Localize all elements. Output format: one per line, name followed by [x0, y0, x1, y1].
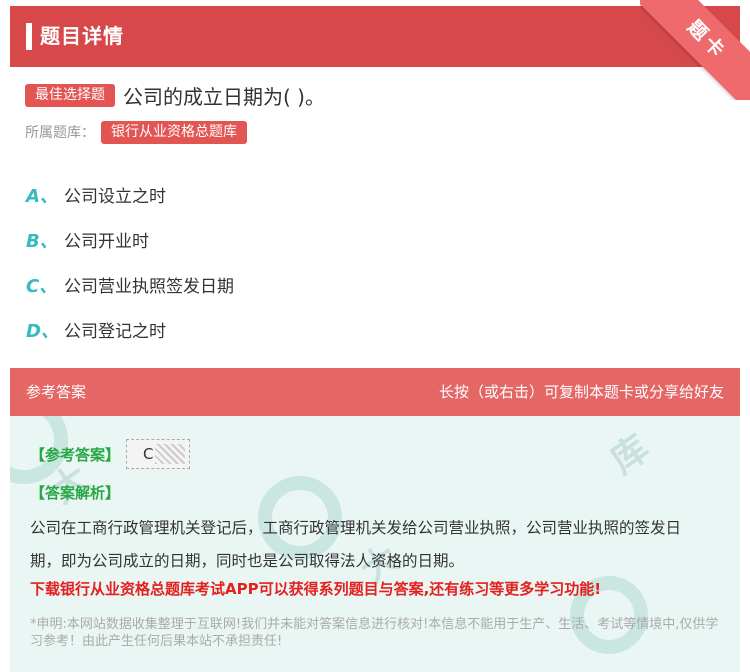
- option-letter: B、: [26, 230, 58, 252]
- analysis-text: 公司在工商行政管理机关登记后，工商行政管理机关发给公司营业执照，公司营业执照的签…: [30, 519, 682, 570]
- ribbon-band: 题卡: [640, 0, 750, 100]
- bank-label: 所属题库：: [25, 125, 95, 141]
- question-line: 最佳选择题 公司的成立日期为( )。: [25, 80, 325, 110]
- option-d[interactable]: D、 公司登记之时: [26, 307, 726, 352]
- ribbon-label: 题卡: [682, 15, 732, 65]
- header-accent-bar: [26, 23, 32, 50]
- detail-header: 题目详情: [10, 6, 740, 67]
- option-text: 公司营业执照签发日期: [64, 277, 234, 297]
- answer-section-title: 参考答案: [26, 383, 87, 401]
- app-download-promo[interactable]: 下载银行从业资格总题库考试APP可以获得系列题目与答案,还有练习等更多学习功能!: [30, 578, 730, 599]
- corner-ribbon: 题卡: [640, 0, 750, 100]
- question-card: 题目详情 题卡 最佳选择题 公司的成立日期为( )。 所属题库： 银行从业资格总…: [0, 0, 750, 672]
- option-text: 公司设立之时: [64, 187, 166, 207]
- analysis-label: 【答案解析】: [30, 484, 121, 502]
- option-a[interactable]: A、 公司设立之时: [26, 172, 726, 217]
- question-type-badge: 最佳选择题: [25, 83, 115, 107]
- page-title: 题目详情: [40, 24, 124, 48]
- options-list: A、 公司设立之时 B、 公司开业时 C、 公司营业执照签发日期 D、 公司登记…: [26, 172, 726, 352]
- answer-header: 参考答案 长按（或右击）可复制本题卡或分享给好友: [10, 368, 740, 416]
- option-text: 公司登记之时: [64, 322, 166, 342]
- disclaimer-text: *申明:本网站数据收集整理于互联网!我们并未能对答案信息进行核对!本信息不能用于…: [30, 617, 719, 649]
- share-hint: 长按（或右击）可复制本题卡或分享给好友: [438, 383, 724, 401]
- option-letter: D、: [26, 320, 59, 342]
- answer-body: 大 大 库 【参考答案】 C 【答案解析】 公司在工商行政管理机关登记后，工商行…: [10, 416, 740, 672]
- question-text: 公司的成立日期为( )。: [123, 84, 325, 109]
- question-bank-line: 所属题库： 银行从业资格总题库: [25, 120, 247, 144]
- captcha-noise: [155, 444, 186, 464]
- answer-letter: C: [143, 445, 154, 463]
- option-b[interactable]: B、 公司开业时: [26, 217, 726, 262]
- option-letter: C、: [26, 275, 58, 297]
- watermark-glyph: 库: [603, 427, 657, 482]
- bank-link[interactable]: 银行从业资格总题库: [101, 120, 247, 144]
- option-text: 公司开业时: [64, 232, 149, 252]
- reference-answer-label: 【参考答案】: [30, 445, 121, 464]
- option-c[interactable]: C、 公司营业执照签发日期: [26, 262, 726, 307]
- option-letter: A、: [26, 185, 58, 207]
- reference-answer-value: C: [126, 439, 191, 469]
- reference-answer-line: 【参考答案】 C: [30, 439, 191, 469]
